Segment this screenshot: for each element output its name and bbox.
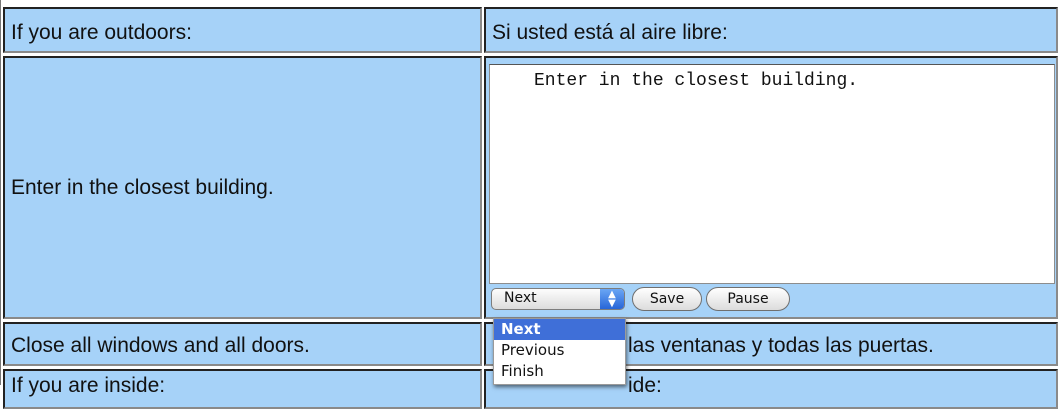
updown-chevrons-icon: ▲ ▼ xyxy=(600,289,624,309)
row2-english-text: Enter in the closest building. xyxy=(11,176,274,199)
menu-option-previous[interactable]: Previous xyxy=(494,340,625,361)
navigation-select[interactable]: Next ▲ ▼ xyxy=(491,288,625,310)
menu-option-finish[interactable]: Finish xyxy=(494,361,625,382)
menu-option-next[interactable]: Next xyxy=(494,319,625,340)
pause-button[interactable]: Pause xyxy=(706,287,790,311)
row1-spanish-text: Si usted está al aire libre: xyxy=(492,21,728,44)
row4-english-text: If you are inside: xyxy=(11,374,166,397)
row1-english-cell: If you are outdoors: xyxy=(3,7,482,53)
row1-english-text: If you are outdoors: xyxy=(11,21,192,44)
navigation-dropdown-menu: Next Previous Finish xyxy=(493,318,626,385)
translation-textarea[interactable] xyxy=(489,64,1055,284)
row1-spanish-cell: Si usted está al aire libre: xyxy=(484,7,1058,53)
row4-spanish-text: ide: xyxy=(628,374,662,397)
row3-english-text: Close all windows and all doors. xyxy=(11,334,310,357)
save-button[interactable]: Save xyxy=(632,287,702,311)
row3-english-cell: Close all windows and all doors. xyxy=(3,322,482,366)
navigation-select-value: Next xyxy=(504,290,537,306)
row2-english-cell: Enter in the closest building. xyxy=(3,56,482,319)
row3-spanish-text: las ventanas y todas las puertas. xyxy=(628,334,934,357)
row4-english-cell: If you are inside: xyxy=(3,369,482,409)
